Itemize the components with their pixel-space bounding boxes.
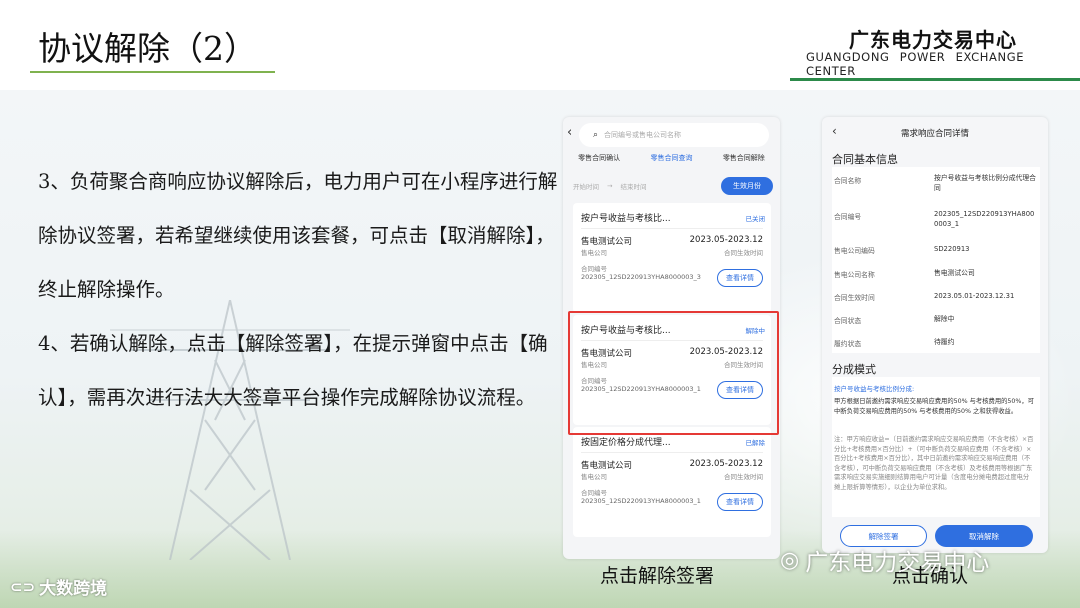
field-label: 履约状态 xyxy=(834,340,862,348)
tab-bar: 零售合同确认 零售合同查询 零售合同解除 xyxy=(563,153,780,173)
company-label: 售电公司 xyxy=(581,249,607,257)
mode-title: 按户号收益与考核比例分成: xyxy=(834,385,915,393)
caption-left: 点击解除签署 xyxy=(600,565,715,587)
contract-card[interactable]: 按户号收益与考核比... 已关闭 售电测试公司 2023.05-2023.12 … xyxy=(573,203,771,313)
field-label: 合同编号 xyxy=(834,213,862,221)
watermark-right: ◎ 广东电力交易中心 xyxy=(780,543,989,577)
field-value: SD220913 xyxy=(934,245,970,253)
tab-retail-confirm[interactable]: 零售合同确认 xyxy=(578,153,620,173)
search-bar[interactable]: ⌕ 合同编号或售电公司名称 xyxy=(579,123,769,147)
field-label: 合同状态 xyxy=(834,317,862,325)
paragraph-step3: 3、负荷聚合商响应协议解除后，电力用户可在小程序进行解除协议签署，若希望继续使用… xyxy=(38,170,558,301)
field-label: 售电公司编码 xyxy=(834,247,875,255)
detail-page-title: 需求响应合同详情 xyxy=(900,129,969,139)
slide-title: 协议解除（2） xyxy=(38,29,257,68)
section-title-basic: 合同基本信息 xyxy=(832,153,898,166)
tab-retail-query[interactable]: 零售合同查询 xyxy=(650,153,692,173)
paragraph-step4: 4、若确认解除，点击【解除签署】，在提示弹窗中点击【确认】，需再次进行法大大签章… xyxy=(38,332,548,409)
divider xyxy=(581,228,763,229)
watermark-right-text: 广东电力交易中心 xyxy=(805,550,990,576)
org-name-en: GUANGDONG POWER EXCHANGE CENTER xyxy=(806,50,1025,78)
field-label: 合同名称 xyxy=(834,177,862,185)
contract-period: 2023.05-2023.12 xyxy=(689,235,763,245)
search-placeholder: 合同编号或售电公司名称 xyxy=(604,131,682,139)
phone-screen-contract-detail: ‹ 需求响应合同详情 合同基本信息 合同名称 按户号收益与考核比例分成代理合同 … xyxy=(822,117,1048,553)
contract-no-label: 合同编号 xyxy=(581,265,607,273)
effective-month-button[interactable]: 生效月份 xyxy=(721,177,773,195)
contract-card[interactable]: 按固定价格分成代理... 已解除 售电测试公司 2023.05-2023.12 … xyxy=(573,427,771,537)
field-value: 解除中 xyxy=(934,315,955,323)
field-value: 2023.05.01-2023.12.31 xyxy=(934,292,1015,300)
wechat-icon: ◎ xyxy=(780,547,800,573)
mode-note: 注：甲方响应收益=（日前邀约需求响应交易响应费用（不含考核）×百分比+考核费用×… xyxy=(834,436,1034,491)
start-date-input[interactable]: 开始时间 xyxy=(573,181,599,191)
highlight-box xyxy=(568,311,779,435)
mode-description: 甲方根据日前邀约需求响应交易响应费用的50% 与考核费用的50%，可中断负荷交易… xyxy=(834,398,1035,415)
end-date-input[interactable]: 结束时间 xyxy=(620,181,646,191)
view-detail-button[interactable]: 查看详情 xyxy=(717,269,763,287)
contract-period: 2023.05-2023.12 xyxy=(689,459,763,469)
field-value: 202305_12SD220913YHA8000003_1 xyxy=(934,210,1035,228)
status-badge: 已解除 xyxy=(745,439,766,447)
tab-retail-cancel[interactable]: 零售合同解除 xyxy=(723,153,765,173)
status-badge: 已关闭 xyxy=(745,215,766,223)
period-label: 合同生效时间 xyxy=(724,473,763,481)
body-text: 3、负荷聚合商响应协议解除后，电力用户可在小程序进行解除协议签署，若希望继续使用… xyxy=(38,155,558,425)
field-label: 售电公司名称 xyxy=(834,271,875,279)
contract-no-label: 合同编号 xyxy=(581,489,607,497)
company-name: 售电测试公司 xyxy=(581,461,633,471)
basic-info-box xyxy=(832,167,1040,353)
period-label: 合同生效时间 xyxy=(724,249,763,257)
company-name: 售电测试公司 xyxy=(581,237,633,247)
field-value: 售电测试公司 xyxy=(934,269,975,277)
slide-header: 协议解除（2） 广东电力交易中心 GUANGDONG POWER EXCHANG… xyxy=(0,0,1080,90)
view-detail-button[interactable]: 查看详情 xyxy=(717,493,763,511)
watermark-left: ⊂⊃ 大数跨境 xyxy=(10,574,108,600)
date-filter: 开始时间 → 结束时间 生效月份 xyxy=(573,177,773,195)
contract-no: 202305_12SD220913YHA8000003_3 xyxy=(581,273,701,281)
section-title-mode: 分成模式 xyxy=(832,363,876,376)
divider xyxy=(581,452,763,453)
card-title: 按户号收益与考核比... xyxy=(581,214,671,224)
field-value: 待履约 xyxy=(934,338,955,346)
link-icon: ⊂⊃ xyxy=(10,577,36,596)
org-name-cn: 广东电力交易中心 xyxy=(849,28,1017,52)
card-title: 按固定价格分成代理... xyxy=(581,438,671,448)
search-icon: ⌕ xyxy=(593,130,599,140)
contract-no: 202305_12SD220913YHA8000003_1 xyxy=(581,497,701,505)
field-label: 合同生效时间 xyxy=(834,294,875,302)
back-arrow-icon[interactable]: ‹ xyxy=(567,125,572,140)
company-label: 售电公司 xyxy=(581,473,607,481)
field-value: 按户号收益与考核比例分成代理合同 xyxy=(934,174,1036,192)
org-underline xyxy=(790,78,1080,81)
arrow-icon: → xyxy=(607,182,613,190)
watermark-left-text: 大数跨境 xyxy=(39,579,108,599)
title-underline xyxy=(30,71,275,73)
